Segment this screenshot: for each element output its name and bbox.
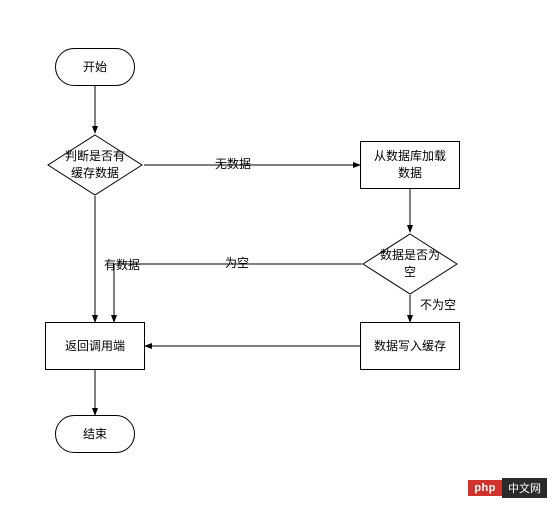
node-end-label: 结束 xyxy=(83,426,107,443)
node-start-label: 开始 xyxy=(83,59,107,76)
node-write-cache-label: 数据写入缓存 xyxy=(374,338,446,355)
edge-label-is-empty: 为空 xyxy=(225,254,249,271)
watermark-right: 中文网 xyxy=(502,478,547,498)
edge-label-not-empty: 不为空 xyxy=(420,296,456,313)
node-return: 返回调用端 xyxy=(45,322,145,370)
node-return-label: 返回调用端 xyxy=(65,338,125,355)
node-write-cache: 数据写入缓存 xyxy=(360,322,460,370)
watermark: php 中文网 xyxy=(468,479,547,497)
edge-label-no-data: 无数据 xyxy=(215,155,251,172)
node-load-db: 从数据库加载 数据 xyxy=(360,141,460,189)
node-start: 开始 xyxy=(55,48,135,86)
node-check-empty-label: 数据是否为 空 xyxy=(372,247,448,281)
node-end: 结束 xyxy=(55,415,135,453)
node-load-db-label: 从数据库加载 数据 xyxy=(374,148,446,182)
flowchart-canvas: 开始 判断是否有 缓存数据 从数据库加载 数据 数据是否为 空 数据写入缓存 返… xyxy=(0,0,553,505)
edge-label-has-data: 有数据 xyxy=(104,256,140,273)
node-check-cache-label: 判断是否有 缓存数据 xyxy=(57,148,133,182)
watermark-left: php xyxy=(468,480,502,496)
node-check-empty: 数据是否为 空 xyxy=(362,233,458,295)
node-check-cache: 判断是否有 缓存数据 xyxy=(47,134,143,196)
